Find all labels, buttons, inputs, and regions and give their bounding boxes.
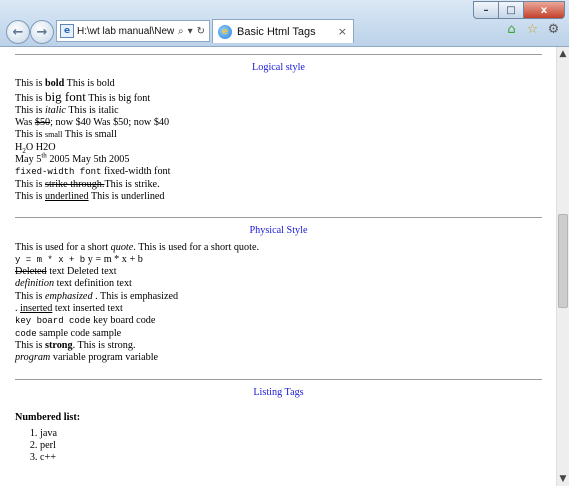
italic-line: This is italic This is italic	[15, 104, 119, 116]
forward-arrow-icon: →	[36, 24, 48, 40]
big-line: This is big font This is big font	[15, 88, 151, 104]
logical-style-heading: Logical style	[252, 62, 305, 73]
minimize-button[interactable]: –	[473, 1, 499, 19]
tt-line: fixed-width font fixed-width font	[15, 166, 171, 178]
emphasized-line: This is emphasized . This is emphasized	[15, 290, 179, 302]
browser-toolbar-right: ⌂ ☆ ⚙	[504, 22, 561, 37]
strong-line: This is strong. This is strong.	[15, 339, 136, 351]
divider	[15, 54, 542, 55]
forward-button[interactable]: →	[30, 20, 54, 44]
scroll-up-icon[interactable]: ▲	[557, 47, 569, 61]
list-item: perl	[40, 440, 542, 452]
refresh-icon[interactable]: ↻	[197, 26, 205, 37]
underline-line: This is underlined This is underlined	[15, 190, 165, 202]
kbd-line: key board code key board code	[15, 315, 156, 327]
code-line: code sample code sample	[15, 327, 122, 339]
address-bar[interactable]: e H:\wt lab manual\New folde ⌕ ▾ ↻	[56, 20, 210, 42]
scroll-thumb[interactable]	[558, 214, 568, 308]
list-item: java	[40, 428, 542, 440]
quote-line: This is used for a short quote. This is …	[15, 241, 260, 253]
close-window-button[interactable]: x	[524, 1, 565, 19]
ie-icon: e	[218, 24, 232, 39]
maximize-button[interactable]: □	[499, 1, 524, 19]
settings-icon[interactable]: ⚙	[546, 22, 561, 37]
page-icon: e	[60, 24, 74, 38]
bold-line: This is bold This is bold	[15, 78, 115, 90]
numbered-list: java perl c++	[15, 428, 542, 464]
back-button[interactable]: ←	[6, 20, 30, 44]
dropdown-icon[interactable]: ▾	[188, 26, 193, 37]
home-icon[interactable]: ⌂	[504, 22, 519, 37]
favorites-icon[interactable]: ☆	[525, 22, 540, 37]
back-arrow-icon: ←	[12, 24, 24, 40]
address-text[interactable]: H:\wt lab manual\New folde	[77, 26, 174, 37]
physical-style-heading: Physical Style	[249, 225, 308, 237]
tab-title: Basic Html Tags	[237, 25, 316, 38]
inserted-line: . inserted text inserted text	[15, 303, 123, 315]
var-line: y = m * x + b y = m * x + b	[15, 253, 143, 265]
search-icon[interactable]: ⌕	[178, 26, 184, 37]
strike-line: This is strike through.This is strike.	[15, 178, 160, 190]
close-tab-icon[interactable]: ×	[338, 25, 347, 38]
definition-line: definition text definition text	[15, 278, 132, 290]
deleted-line: Deleted text Deleted text	[15, 266, 117, 278]
divider	[15, 217, 542, 219]
browser-chrome: – □ x ← → e H:\wt lab manual\New folde ⌕…	[0, 0, 569, 47]
sup-line: May 5th 2005 May 5th 2005	[15, 151, 130, 166]
small-line: This is small This is small	[15, 129, 117, 141]
window-controls: – □ x	[473, 1, 565, 19]
numbered-list-heading: Numbered list:	[15, 411, 81, 423]
tab-basic-html-tags[interactable]: e Basic Html Tags ×	[212, 19, 354, 43]
scroll-down-icon[interactable]: ▼	[557, 472, 569, 486]
divider	[15, 378, 542, 380]
sub-line: H2O H2O	[15, 141, 56, 155]
program-line: program variable program variable	[15, 352, 159, 364]
address-tools: ⌕ ▾ ↻	[174, 26, 209, 37]
list-item: c++	[40, 452, 542, 464]
vertical-scrollbar[interactable]: ▲ ▼	[556, 47, 569, 486]
listing-tags-heading: Listing Tags	[253, 386, 304, 398]
del-line: Was $50; now $40 Was $50; now $40	[15, 117, 170, 129]
page-content: Logical style This is bold This is bold …	[0, 47, 557, 486]
